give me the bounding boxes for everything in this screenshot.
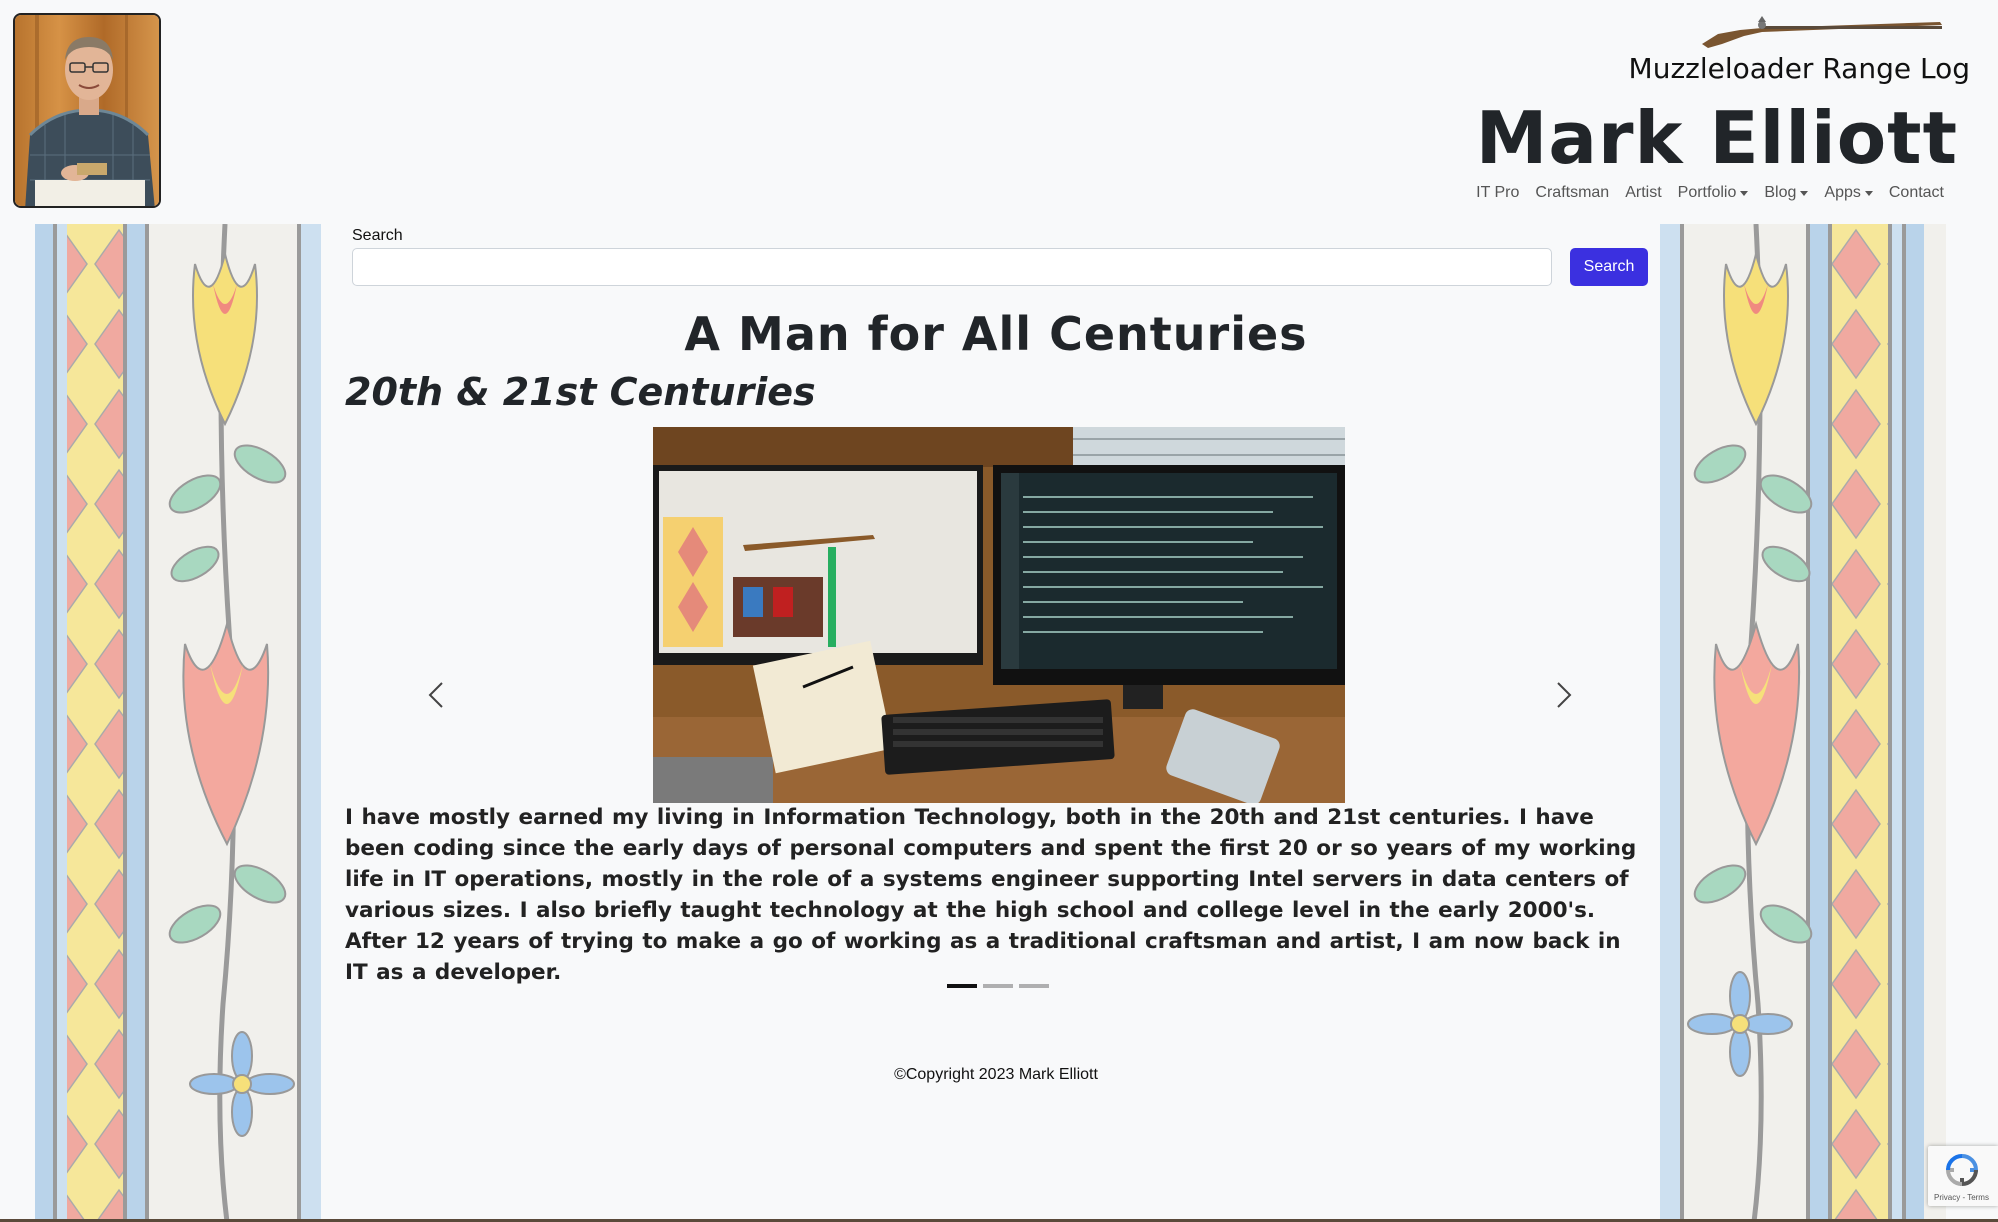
site-title[interactable]: Mark Elliott [1476, 96, 1958, 180]
site-header: Muzzleloader Range Log Mark Elliott IT P… [0, 0, 1998, 224]
nav-item-artist[interactable]: Artist [1617, 180, 1669, 206]
search-button[interactable]: Search [1570, 248, 1648, 286]
carousel-caption: I have mostly earned my living in Inform… [345, 805, 1637, 985]
nav-item-craftsman[interactable]: Craftsman [1527, 180, 1617, 206]
site-subtitle[interactable]: Muzzleloader Range Log [1629, 52, 1970, 85]
caret-down-icon [1740, 190, 1749, 196]
nav-item-label: Craftsman [1535, 184, 1610, 201]
carousel-indicators [947, 984, 1049, 988]
nav-item-contact[interactable]: Contact [1881, 180, 1952, 206]
nav-item-label: IT Pro [1476, 184, 1520, 201]
nav-item-label: Artist [1625, 184, 1662, 201]
carousel-next-button[interactable] [1528, 664, 1588, 724]
nav-dropdown-blog[interactable]: Blog [1756, 180, 1816, 206]
profile-photo [13, 13, 161, 208]
recaptcha-icon [1945, 1154, 1979, 1187]
nav-item-label: Portfolio [1677, 184, 1737, 201]
carousel-prev-button[interactable] [400, 664, 460, 724]
nav-item-it-pro[interactable]: IT Pro [1468, 180, 1527, 206]
caret-down-icon [1800, 190, 1809, 196]
recaptcha-badge[interactable]: Privacy - Terms [1928, 1146, 1998, 1206]
nav-item-label: Contact [1888, 184, 1944, 201]
nav-item-label: Apps [1824, 184, 1861, 201]
page-title: A Man for All Centuries [684, 307, 1308, 361]
carousel-indicator[interactable] [983, 984, 1013, 988]
chevron-left-icon [428, 682, 443, 708]
chevron-right-icon [1557, 682, 1572, 708]
decorative-border-right [1660, 224, 1946, 1222]
carousel-indicator[interactable] [1019, 984, 1049, 988]
rifle-logo-icon [1702, 16, 1942, 48]
nav-dropdown-apps[interactable]: Apps [1816, 180, 1880, 206]
search-input[interactable] [352, 248, 1552, 286]
section-heading: 20th & 21st Centuries [345, 370, 816, 414]
main-nav: IT Pro Craftsman Artist Portfolio Blog A… [1468, 180, 1952, 206]
carousel-slide-image [653, 427, 1345, 803]
caret-down-icon [1864, 190, 1873, 196]
nav-item-label: Blog [1764, 184, 1797, 201]
search-label: Search [352, 227, 403, 244]
copyright-text: ©Copyright 2023 Mark Elliott [894, 1066, 1098, 1083]
carousel-indicator[interactable] [947, 984, 977, 988]
nav-dropdown-portfolio[interactable]: Portfolio [1670, 180, 1757, 206]
decorative-border-left [35, 224, 321, 1222]
recaptcha-links[interactable]: Privacy - Terms [1934, 1193, 1989, 1202]
